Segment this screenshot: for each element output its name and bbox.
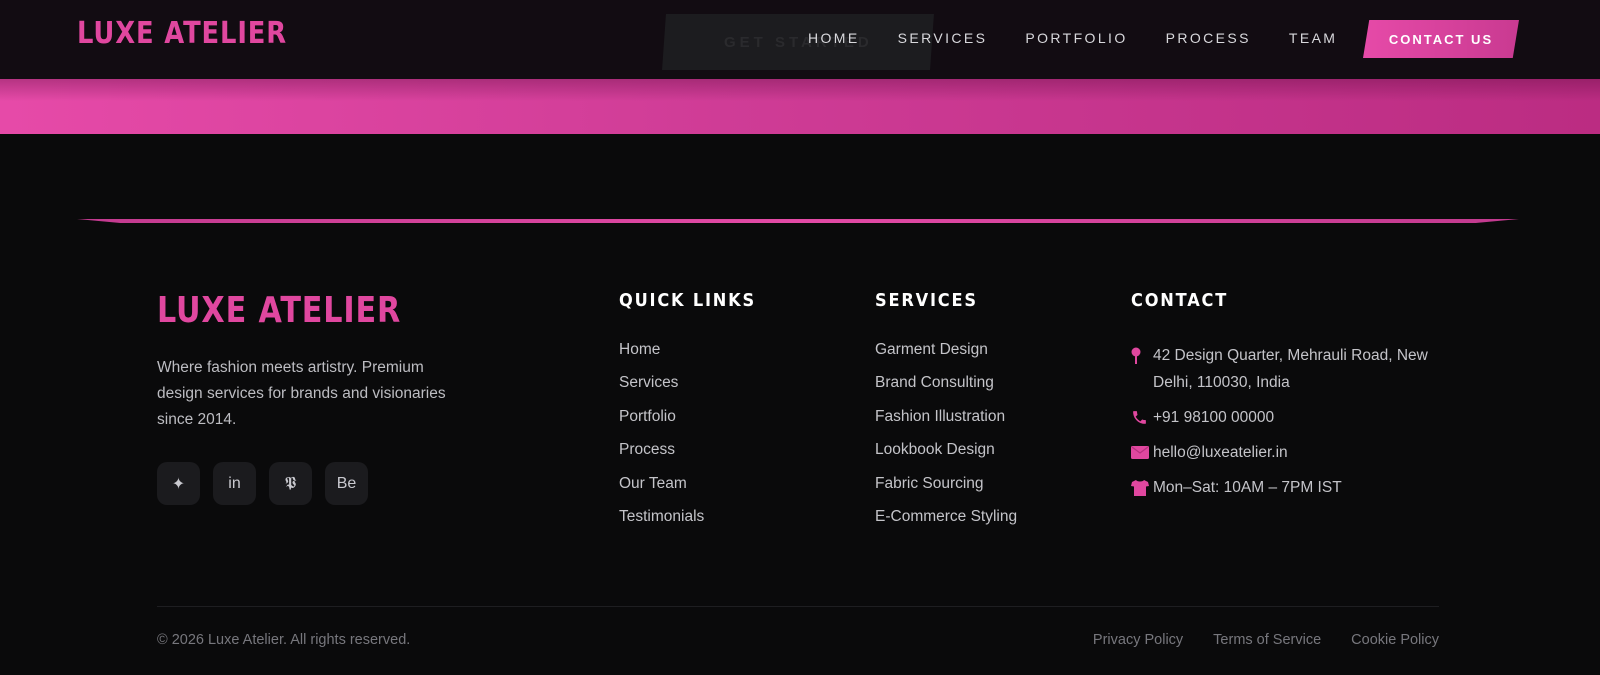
quick-links-list: Home Services Portfolio Process Our Team… [619, 341, 704, 541]
main-nav: HOME SERVICES PORTFOLIO PROCESS TEAM [808, 30, 1375, 46]
quick-link-home[interactable]: Home [619, 341, 660, 358]
list-item: Process [619, 441, 704, 474]
pinterest-icon[interactable]: 𝕻 [269, 462, 312, 505]
service-link-lookbook-design[interactable]: Lookbook Design [875, 441, 995, 458]
social-links: ✦ in 𝕻 Be [157, 462, 368, 505]
quick-links-title: QUICK LINKS [619, 290, 756, 311]
address-text: 42 Design Quarter, Mehrauli Road, New De… [1153, 347, 1428, 391]
quick-link-services[interactable]: Services [619, 374, 678, 391]
nav-home[interactable]: HOME [808, 30, 860, 46]
list-item: Fashion Illustration [875, 408, 1017, 441]
nav-services[interactable]: SERVICES [898, 30, 988, 46]
contact-us-button[interactable]: CONTACT US [1363, 20, 1519, 58]
hours-text: Mon–Sat: 10AM – 7PM IST [1153, 479, 1342, 496]
footer-logo[interactable]: LUXE ATELIER [157, 290, 401, 331]
contact-details: 42 Design Quarter, Mehrauli Road, New De… [1131, 342, 1431, 509]
contact-phone[interactable]: +91 98100 00000 [1131, 404, 1431, 431]
services-title: SERVICES [875, 290, 978, 311]
contact-title: CONTACT [1131, 290, 1229, 311]
behance-icon[interactable]: Be [325, 462, 368, 505]
services-list: Garment Design Brand Consulting Fashion … [875, 341, 1017, 541]
service-link-ecommerce-styling[interactable]: E-Commerce Styling [875, 508, 1017, 525]
page: GET STARTED LUXE ATELIER HOME SERVICES P… [0, 0, 1600, 675]
list-item: E-Commerce Styling [875, 508, 1017, 541]
list-item: Home [619, 341, 704, 374]
phone-icon [1131, 404, 1153, 431]
footer-tagline: Where fashion meets artistry. Premium de… [157, 359, 446, 428]
footer-bottom-rule [157, 606, 1439, 607]
linkedin-icon[interactable]: in [213, 462, 256, 505]
legal-links: Privacy Policy Terms of Service Cookie P… [1093, 632, 1439, 648]
service-link-fabric-sourcing[interactable]: Fabric Sourcing [875, 475, 984, 492]
terms-of-service-link[interactable]: Terms of Service [1213, 632, 1321, 648]
list-item: Garment Design [875, 341, 1017, 374]
list-item: Services [619, 374, 704, 407]
contact-email[interactable]: hello@luxeatelier.in [1131, 439, 1431, 466]
list-item: Fabric Sourcing [875, 475, 1017, 508]
service-link-brand-consulting[interactable]: Brand Consulting [875, 374, 994, 391]
list-item: Brand Consulting [875, 374, 1017, 407]
service-link-garment-design[interactable]: Garment Design [875, 341, 988, 358]
shirt-icon [1131, 474, 1153, 501]
list-item: Testimonials [619, 508, 704, 541]
privacy-policy-link[interactable]: Privacy Policy [1093, 632, 1183, 648]
email-text: hello@luxeatelier.in [1153, 444, 1288, 461]
service-link-fashion-illustration[interactable]: Fashion Illustration [875, 408, 1005, 425]
list-item: Portfolio [619, 408, 704, 441]
location-pin-icon [1131, 342, 1153, 369]
nav-portfolio[interactable]: PORTFOLIO [1025, 30, 1127, 46]
phone-text: +91 98100 00000 [1153, 409, 1275, 426]
header-logo[interactable]: LUXE ATELIER [77, 16, 287, 51]
list-item: Lookbook Design [875, 441, 1017, 474]
sparkle-icon[interactable]: ✦ [157, 462, 200, 505]
quick-link-testimonials[interactable]: Testimonials [619, 508, 704, 525]
contact-hours: Mon–Sat: 10AM – 7PM IST [1131, 474, 1431, 501]
quick-link-portfolio[interactable]: Portfolio [619, 408, 676, 425]
mail-icon [1131, 439, 1153, 466]
nav-team[interactable]: TEAM [1289, 30, 1338, 46]
cookie-policy-link[interactable]: Cookie Policy [1351, 632, 1439, 648]
contact-address: 42 Design Quarter, Mehrauli Road, New De… [1131, 342, 1431, 396]
footer-divider [77, 219, 1519, 223]
list-item: Our Team [619, 475, 704, 508]
copyright-text: © 2026 Luxe Atelier. All rights reserved… [157, 632, 411, 648]
quick-link-team[interactable]: Our Team [619, 475, 687, 492]
nav-process[interactable]: PROCESS [1166, 30, 1251, 46]
header-shadow [0, 79, 1600, 101]
site-header: GET STARTED LUXE ATELIER HOME SERVICES P… [0, 0, 1600, 79]
quick-link-process[interactable]: Process [619, 441, 675, 458]
